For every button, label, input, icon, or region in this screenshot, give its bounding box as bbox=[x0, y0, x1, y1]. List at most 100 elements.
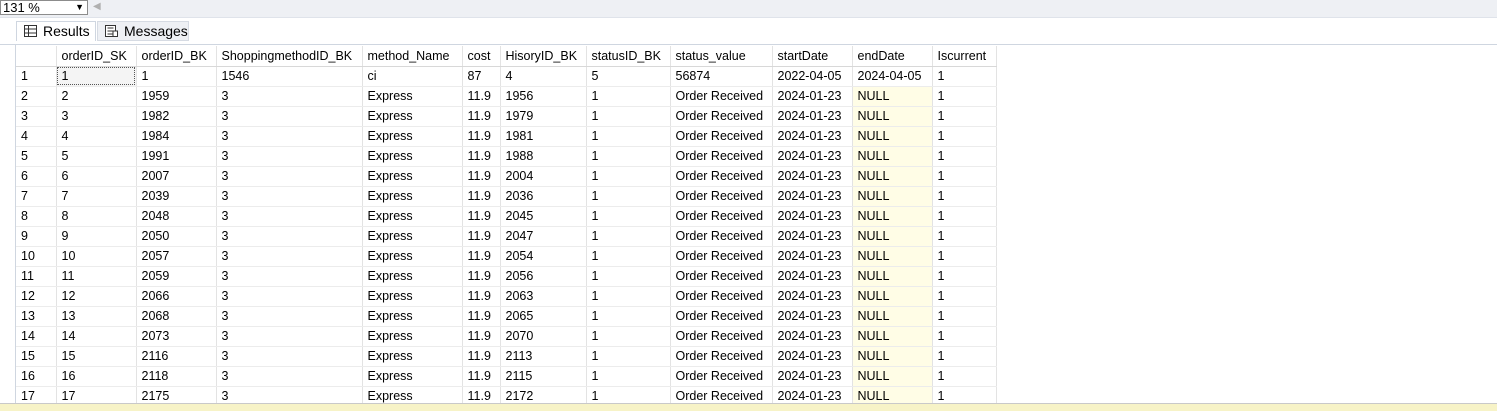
table-cell[interactable]: 11.9 bbox=[462, 106, 501, 127]
table-cell[interactable]: Express bbox=[362, 106, 463, 127]
table-cell[interactable]: 2024-01-23 bbox=[772, 226, 853, 247]
table-cell[interactable]: NULL bbox=[852, 166, 933, 187]
table-cell[interactable]: Express bbox=[362, 186, 463, 207]
table-cell[interactable]: Express bbox=[362, 226, 463, 247]
table-cell[interactable]: 11.9 bbox=[462, 126, 501, 147]
column-header[interactable]: method_Name bbox=[362, 46, 463, 67]
table-cell[interactable]: Express bbox=[362, 86, 463, 107]
table-cell[interactable]: 9 bbox=[56, 226, 137, 247]
row-number[interactable]: 13 bbox=[16, 306, 57, 327]
table-cell[interactable]: 2024-01-23 bbox=[772, 86, 853, 107]
table-cell[interactable]: 1 bbox=[932, 66, 997, 87]
table-cell[interactable]: 11 bbox=[56, 266, 137, 287]
table-cell[interactable]: 1 bbox=[586, 206, 671, 227]
table-row[interactable]: 14 14 2073 3 Express 11.9 2070 1 Order Received 2… bbox=[16, 326, 997, 347]
table-cell[interactable]: NULL bbox=[852, 366, 933, 387]
table-cell[interactable]: 11.9 bbox=[462, 346, 501, 367]
table-row[interactable]: 15 15 2116 3 Express 11.9 2113 1 Order Received 2… bbox=[16, 346, 997, 367]
table-cell[interactable]: NULL bbox=[852, 86, 933, 107]
table-cell[interactable]: 1 bbox=[586, 146, 671, 167]
table-cell[interactable]: 5 bbox=[586, 66, 671, 87]
table-cell[interactable]: Order Received bbox=[670, 86, 773, 107]
table-cell[interactable]: 3 bbox=[216, 366, 363, 387]
table-cell[interactable]: ci bbox=[362, 66, 463, 87]
table-cell[interactable]: 2116 bbox=[136, 346, 217, 367]
column-header[interactable]: cost bbox=[462, 46, 501, 67]
table-row[interactable]: 7 7 2039 3 Express 11.9 2036 1 Order Received 202… bbox=[16, 186, 997, 207]
table-cell[interactable]: 11.9 bbox=[462, 166, 501, 187]
table-cell[interactable]: Order Received bbox=[670, 266, 773, 287]
table-cell[interactable]: 2024-01-23 bbox=[772, 166, 853, 187]
table-cell[interactable]: 2065 bbox=[500, 306, 587, 327]
table-cell[interactable]: 16 bbox=[56, 366, 137, 387]
table-cell[interactable]: Order Received bbox=[670, 186, 773, 207]
table-cell[interactable]: 4 bbox=[500, 66, 587, 87]
table-cell[interactable]: 8 bbox=[56, 206, 137, 227]
table-cell[interactable]: 2024-01-23 bbox=[772, 146, 853, 167]
table-cell[interactable]: NULL bbox=[852, 266, 933, 287]
table-cell[interactable]: 11.9 bbox=[462, 206, 501, 227]
table-cell[interactable]: 1979 bbox=[500, 106, 587, 127]
table-cell[interactable]: 1 bbox=[932, 166, 997, 187]
table-cell[interactable]: 5 bbox=[56, 146, 137, 167]
table-cell[interactable]: 12 bbox=[56, 286, 137, 307]
table-cell[interactable]: Order Received bbox=[670, 366, 773, 387]
zoom-select[interactable]: 131 % ▼ bbox=[0, 0, 88, 15]
table-cell[interactable]: 3 bbox=[216, 346, 363, 367]
table-cell[interactable]: Express bbox=[362, 306, 463, 327]
table-row[interactable]: 3 3 1982 3 Express 11.9 1979 1 Order Received 202… bbox=[16, 106, 997, 127]
table-cell[interactable]: 2 bbox=[56, 86, 137, 107]
table-cell[interactable]: 10 bbox=[56, 246, 137, 267]
table-cell[interactable]: 2024-04-05 bbox=[852, 66, 933, 87]
table-cell[interactable]: Order Received bbox=[670, 346, 773, 367]
table-cell[interactable]: 3 bbox=[216, 326, 363, 347]
table-cell[interactable]: 4 bbox=[56, 126, 137, 147]
column-header[interactable]: orderID_SK bbox=[56, 46, 137, 67]
row-number[interactable]: 9 bbox=[16, 226, 57, 247]
table-cell[interactable]: 2024-01-23 bbox=[772, 366, 853, 387]
column-header[interactable]: startDate bbox=[772, 46, 853, 67]
table-cell[interactable]: 2066 bbox=[136, 286, 217, 307]
table-cell[interactable]: NULL bbox=[852, 186, 933, 207]
table-cell[interactable]: 2024-01-23 bbox=[772, 326, 853, 347]
table-cell[interactable]: NULL bbox=[852, 126, 933, 147]
table-cell[interactable]: 2036 bbox=[500, 186, 587, 207]
table-cell[interactable]: Order Received bbox=[670, 246, 773, 267]
table-cell[interactable]: 2024-01-23 bbox=[772, 106, 853, 127]
table-cell[interactable]: 1 bbox=[932, 246, 997, 267]
table-cell[interactable]: 3 bbox=[216, 266, 363, 287]
row-number[interactable]: 15 bbox=[16, 346, 57, 367]
table-cell[interactable]: 11.9 bbox=[462, 366, 501, 387]
table-cell[interactable]: 3 bbox=[216, 246, 363, 267]
table-cell[interactable]: Order Received bbox=[670, 146, 773, 167]
table-cell[interactable]: 2113 bbox=[500, 346, 587, 367]
table-cell[interactable]: 3 bbox=[216, 206, 363, 227]
table-cell[interactable]: 7 bbox=[56, 186, 137, 207]
column-header[interactable]: Iscurrent bbox=[932, 46, 997, 67]
table-cell[interactable]: 2054 bbox=[500, 246, 587, 267]
table-cell[interactable]: 1 bbox=[586, 326, 671, 347]
table-cell[interactable]: NULL bbox=[852, 346, 933, 367]
table-cell[interactable]: 1 bbox=[932, 126, 997, 147]
row-number[interactable]: 1 bbox=[16, 66, 57, 87]
table-cell[interactable]: 1 bbox=[932, 306, 997, 327]
table-cell[interactable]: Order Received bbox=[670, 206, 773, 227]
table-cell[interactable]: 1991 bbox=[136, 146, 217, 167]
table-cell[interactable]: 56874 bbox=[670, 66, 773, 87]
column-header[interactable]: endDate bbox=[852, 46, 933, 67]
table-cell[interactable]: 1 bbox=[586, 266, 671, 287]
row-number[interactable]: 16 bbox=[16, 366, 57, 387]
table-cell[interactable]: 1546 bbox=[216, 66, 363, 87]
table-cell[interactable]: 1 bbox=[586, 186, 671, 207]
table-cell[interactable]: 3 bbox=[216, 186, 363, 207]
table-cell[interactable]: 2059 bbox=[136, 266, 217, 287]
table-cell[interactable]: 13 bbox=[56, 306, 137, 327]
table-cell[interactable]: 3 bbox=[216, 86, 363, 107]
table-cell[interactable]: NULL bbox=[852, 106, 933, 127]
table-cell[interactable]: Express bbox=[362, 146, 463, 167]
table-cell[interactable]: 3 bbox=[56, 106, 137, 127]
table-cell[interactable]: 1982 bbox=[136, 106, 217, 127]
table-cell[interactable]: 2045 bbox=[500, 206, 587, 227]
column-header[interactable]: status_value bbox=[670, 46, 773, 67]
table-row[interactable]: 1 1 1 1546 ci 87 4 5 56874 2022-04-05 2024-04-05 1 bbox=[16, 66, 997, 87]
